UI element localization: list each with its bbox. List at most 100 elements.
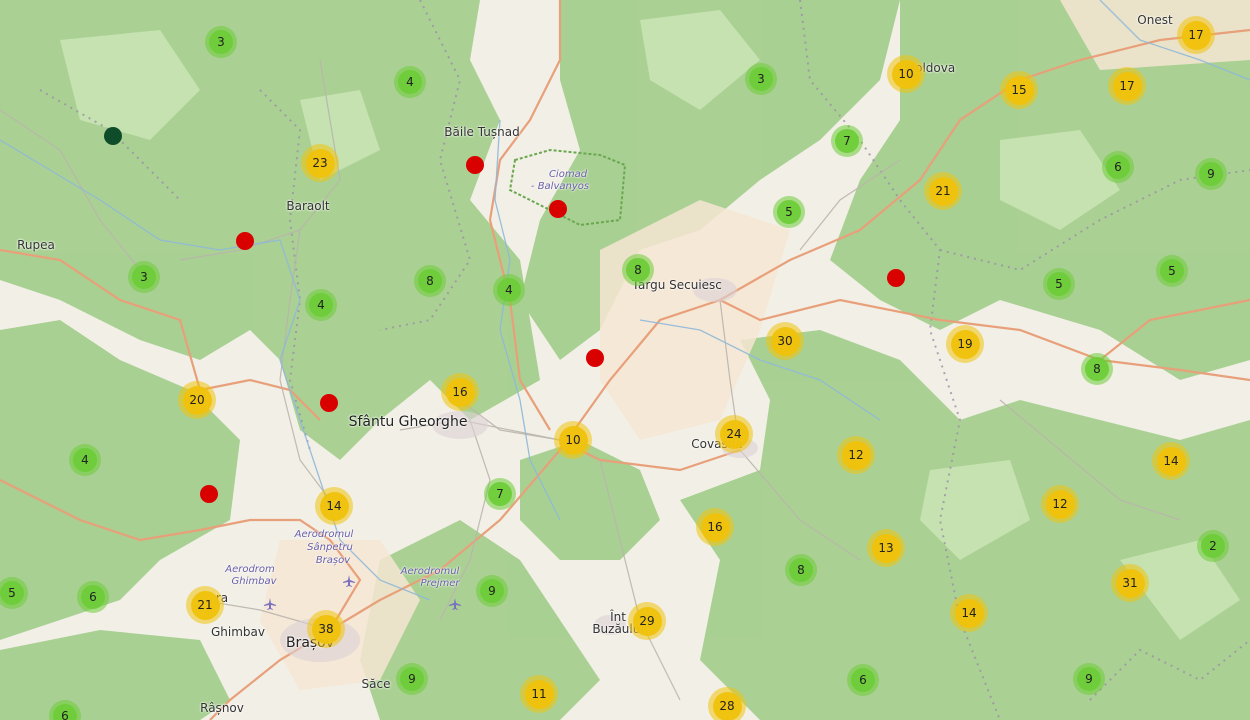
cluster-count: 17 [1181, 20, 1211, 50]
cluster-count: 8 [789, 558, 813, 582]
cluster-count: 3 [749, 67, 773, 91]
marker-cluster[interactable]: 10 [554, 421, 592, 459]
cluster-count: 3 [132, 265, 156, 289]
marker-cluster[interactable]: 9 [396, 663, 428, 695]
marker-cluster[interactable]: 4 [305, 289, 337, 321]
marker-cluster[interactable]: 23 [301, 144, 339, 182]
marker-cluster[interactable]: 12 [1041, 485, 1079, 523]
marker-cluster[interactable]: 2 [1197, 530, 1229, 562]
marker-cluster[interactable]: 11 [520, 675, 558, 713]
marker-cluster[interactable]: 3 [128, 261, 160, 293]
cluster-count: 14 [954, 598, 984, 628]
cluster-count: 4 [497, 278, 521, 302]
marker-cluster[interactable]: 19 [946, 325, 984, 363]
marker-cluster[interactable]: 4 [69, 444, 101, 476]
cluster-count: 8 [1085, 357, 1109, 381]
red-marker[interactable] [549, 200, 567, 218]
cluster-count: 21 [928, 176, 958, 206]
marker-cluster[interactable]: 6 [1102, 151, 1134, 183]
marker-cluster[interactable]: 28 [708, 687, 746, 720]
cluster-count: 4 [309, 293, 333, 317]
marker-cluster[interactable]: 24 [715, 415, 753, 453]
cluster-count: 2 [1201, 534, 1225, 558]
cluster-count: 15 [1004, 75, 1034, 105]
marker-cluster[interactable]: 14 [950, 594, 988, 632]
map-view[interactable]: Băile Tușnad Ciomad - Balvanyos Baraolt Rupe… [0, 0, 1250, 720]
red-marker[interactable] [586, 349, 604, 367]
marker-cluster[interactable]: 6 [847, 664, 879, 696]
marker-cluster[interactable]: 7 [484, 478, 516, 510]
marker-cluster[interactable]: 20 [178, 381, 216, 419]
cluster-count: 31 [1115, 568, 1145, 598]
cluster-count: 16 [445, 377, 475, 407]
cluster-count: 8 [626, 258, 650, 282]
cluster-count: 6 [81, 585, 105, 609]
cluster-count: 17 [1112, 71, 1142, 101]
marker-cluster[interactable]: 38 [307, 610, 345, 648]
cluster-count: 16 [700, 512, 730, 542]
marker-cluster[interactable]: 13 [867, 529, 905, 567]
marker-cluster[interactable]: 4 [394, 66, 426, 98]
cluster-count: 20 [182, 385, 212, 415]
marker-cluster[interactable]: 8 [785, 554, 817, 586]
cluster-count: 6 [53, 704, 77, 720]
marker-cluster[interactable]: 17 [1177, 16, 1215, 54]
marker-cluster[interactable]: 30 [766, 322, 804, 360]
cluster-count: 14 [319, 491, 349, 521]
red-marker[interactable] [320, 394, 338, 412]
red-marker[interactable] [200, 485, 218, 503]
marker-cluster[interactable]: 16 [441, 373, 479, 411]
marker-cluster[interactable]: 29 [628, 602, 666, 640]
marker-cluster[interactable]: 3 [205, 26, 237, 58]
darkgreen-marker[interactable] [104, 127, 122, 145]
marker-cluster[interactable]: 21 [924, 172, 962, 210]
cluster-count: 6 [1106, 155, 1130, 179]
marker-cluster[interactable]: 21 [186, 586, 224, 624]
cluster-count: 14 [1156, 446, 1186, 476]
marker-cluster[interactable]: 9 [1195, 158, 1227, 190]
airport-icon [448, 596, 462, 610]
red-marker[interactable] [887, 269, 905, 287]
marker-cluster[interactable]: 8 [414, 265, 446, 297]
marker-cluster[interactable]: 8 [622, 254, 654, 286]
cluster-count: 29 [632, 606, 662, 636]
cluster-count: 38 [311, 614, 341, 644]
cluster-count: 9 [1077, 667, 1101, 691]
cluster-count: 28 [712, 691, 742, 720]
cluster-count: 9 [400, 667, 424, 691]
marker-cluster[interactable]: 12 [837, 436, 875, 474]
marker-cluster[interactable]: 14 [1152, 442, 1190, 480]
marker-cluster[interactable]: 16 [696, 508, 734, 546]
marker-cluster[interactable]: 17 [1108, 67, 1146, 105]
marker-cluster[interactable]: 31 [1111, 564, 1149, 602]
cluster-count: 5 [777, 200, 801, 224]
cluster-count: 10 [558, 425, 588, 455]
marker-cluster[interactable]: 10 [887, 55, 925, 93]
cluster-count: 6 [851, 668, 875, 692]
cluster-count: 8 [418, 269, 442, 293]
marker-cluster[interactable]: 5 [1156, 255, 1188, 287]
cluster-count: 4 [398, 70, 422, 94]
marker-cluster[interactable]: 6 [77, 581, 109, 613]
cluster-count: 5 [1047, 272, 1071, 296]
marker-cluster[interactable]: 5 [1043, 268, 1075, 300]
red-marker[interactable] [236, 232, 254, 250]
marker-cluster[interactable]: 7 [831, 125, 863, 157]
marker-cluster[interactable]: 14 [315, 487, 353, 525]
marker-cluster[interactable]: 9 [476, 575, 508, 607]
cluster-count: 12 [841, 440, 871, 470]
cluster-count: 3 [209, 30, 233, 54]
airport-icon [263, 596, 277, 610]
cluster-count: 5 [0, 581, 24, 605]
cluster-count: 7 [488, 482, 512, 506]
marker-cluster[interactable]: 3 [745, 63, 777, 95]
marker-cluster[interactable]: 8 [1081, 353, 1113, 385]
marker-cluster[interactable]: 5 [773, 196, 805, 228]
marker-cluster[interactable]: 4 [493, 274, 525, 306]
cluster-count: 9 [480, 579, 504, 603]
cluster-count: 9 [1199, 162, 1223, 186]
cluster-count: 4 [73, 448, 97, 472]
red-marker[interactable] [466, 156, 484, 174]
marker-cluster[interactable]: 9 [1073, 663, 1105, 695]
marker-cluster[interactable]: 15 [1000, 71, 1038, 109]
